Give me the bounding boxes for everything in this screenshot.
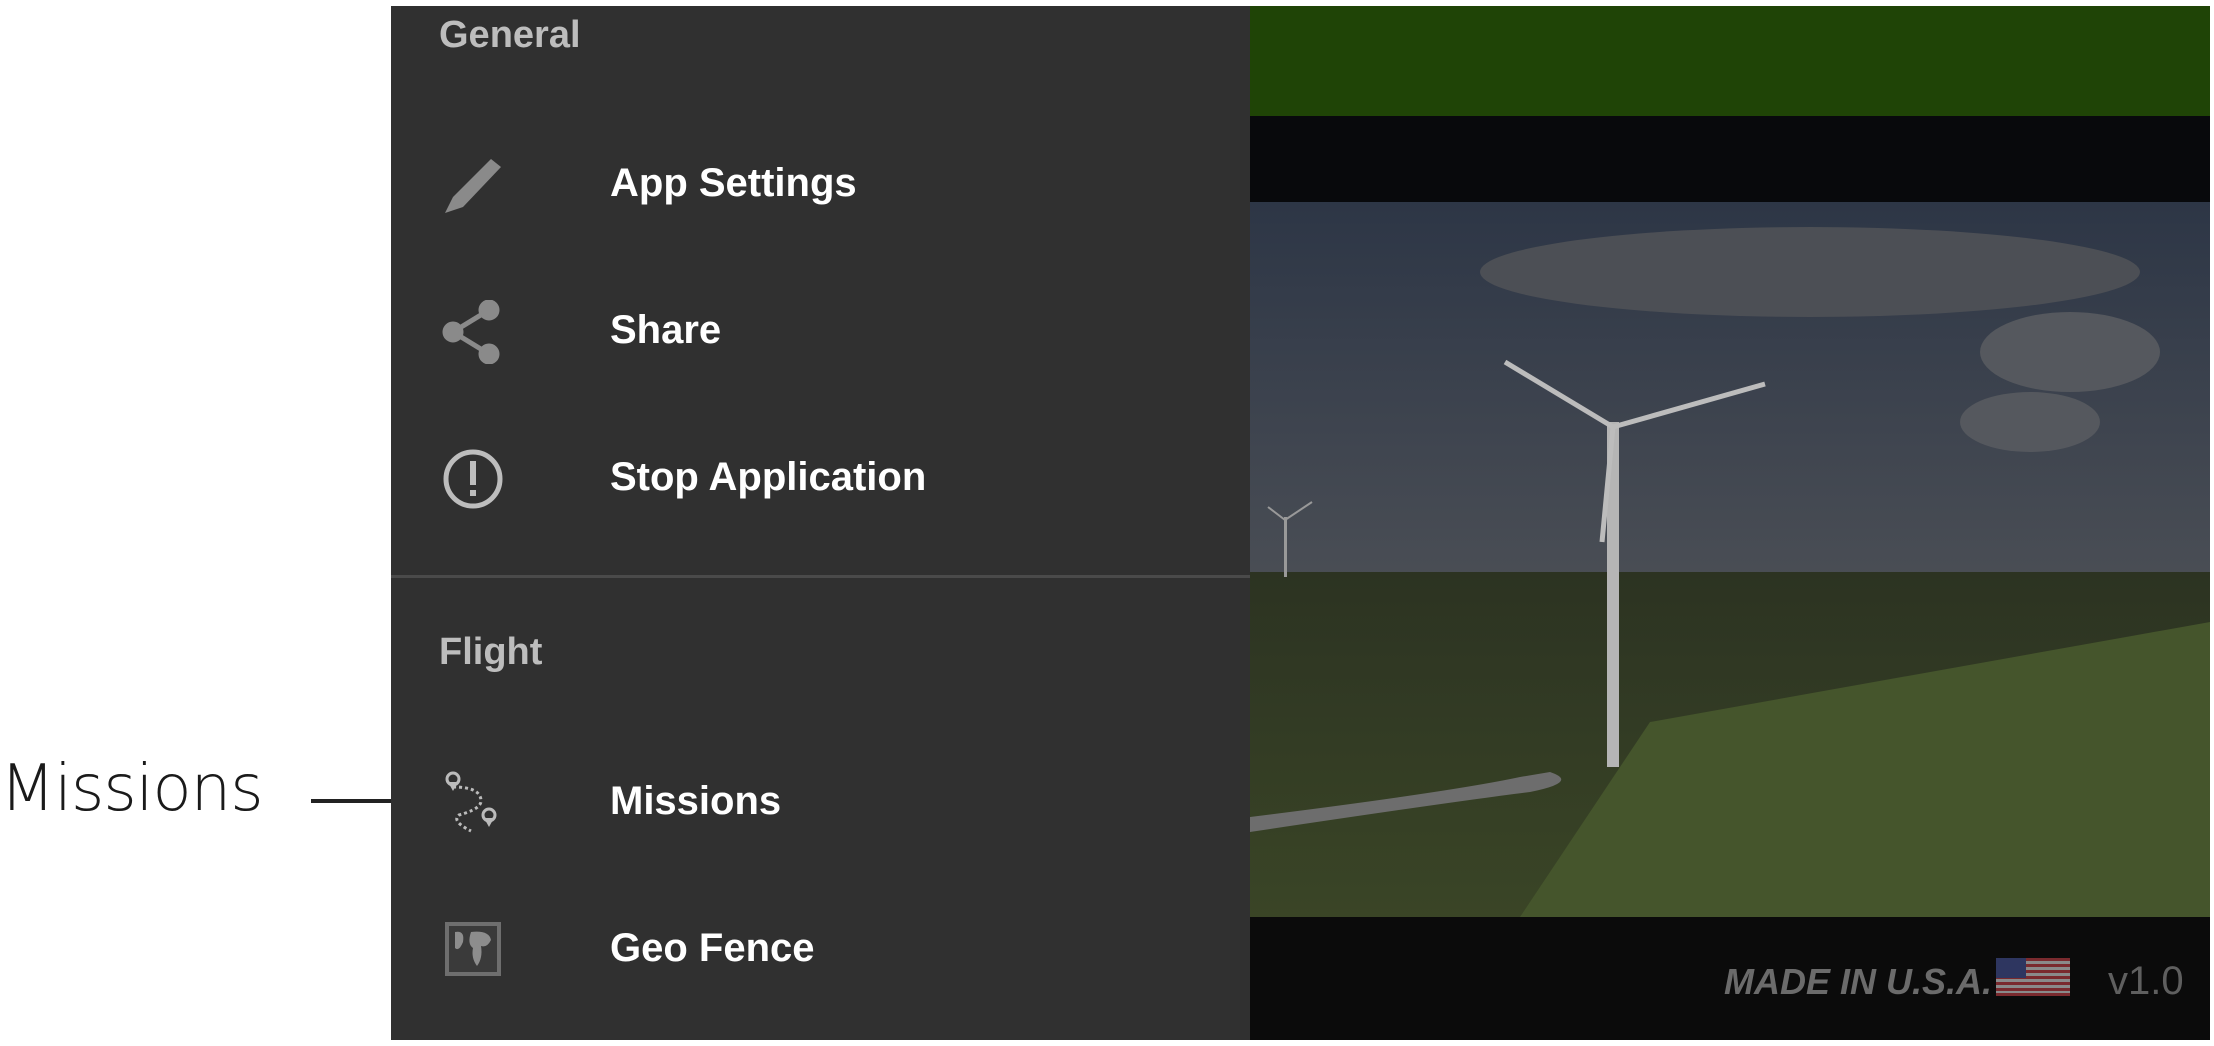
route-pins-icon (445, 771, 497, 833)
background-screen: MADE IN U.S.A. v1.0 (1250, 6, 2210, 1040)
section-divider (391, 575, 1250, 578)
section-header-general: General (439, 14, 581, 56)
world-map-icon (445, 922, 501, 976)
pencil-icon (445, 159, 501, 213)
menu-item-label: App Settings (610, 161, 857, 205)
menu-item-stop-application[interactable]: Stop Application (391, 417, 1250, 537)
menu-item-geo-fence[interactable]: Geo Fence (391, 888, 1250, 1008)
top-bar (1250, 6, 2210, 116)
wind-turbine-photo (1250, 202, 2210, 917)
annotation-label: Missions (0, 752, 264, 826)
footer-bar: MADE IN U.S.A. v1.0 (1250, 917, 2210, 1040)
us-flag-icon (1996, 958, 2070, 996)
menu-item-label: Share (610, 308, 722, 352)
menu-item-app-settings[interactable]: App Settings (391, 123, 1250, 243)
section-header-flight: Flight (439, 631, 543, 673)
share-icon (442, 300, 500, 364)
alert-circle-icon (443, 449, 503, 509)
menu-item-share[interactable]: Share (391, 270, 1250, 390)
menu-item-label: Missions (610, 779, 782, 823)
navigation-drawer: General App Settings Share Stop Applicat… (391, 6, 1250, 1040)
toolbar-strip (1250, 116, 2210, 202)
made-in-usa-text: MADE IN U.S.A. (1724, 961, 1993, 1002)
version-label: v1.0 (2108, 959, 2184, 1003)
menu-item-label: Stop Application (610, 455, 927, 499)
menu-item-label: Geo Fence (610, 926, 815, 970)
menu-item-missions[interactable]: Missions (391, 741, 1250, 861)
